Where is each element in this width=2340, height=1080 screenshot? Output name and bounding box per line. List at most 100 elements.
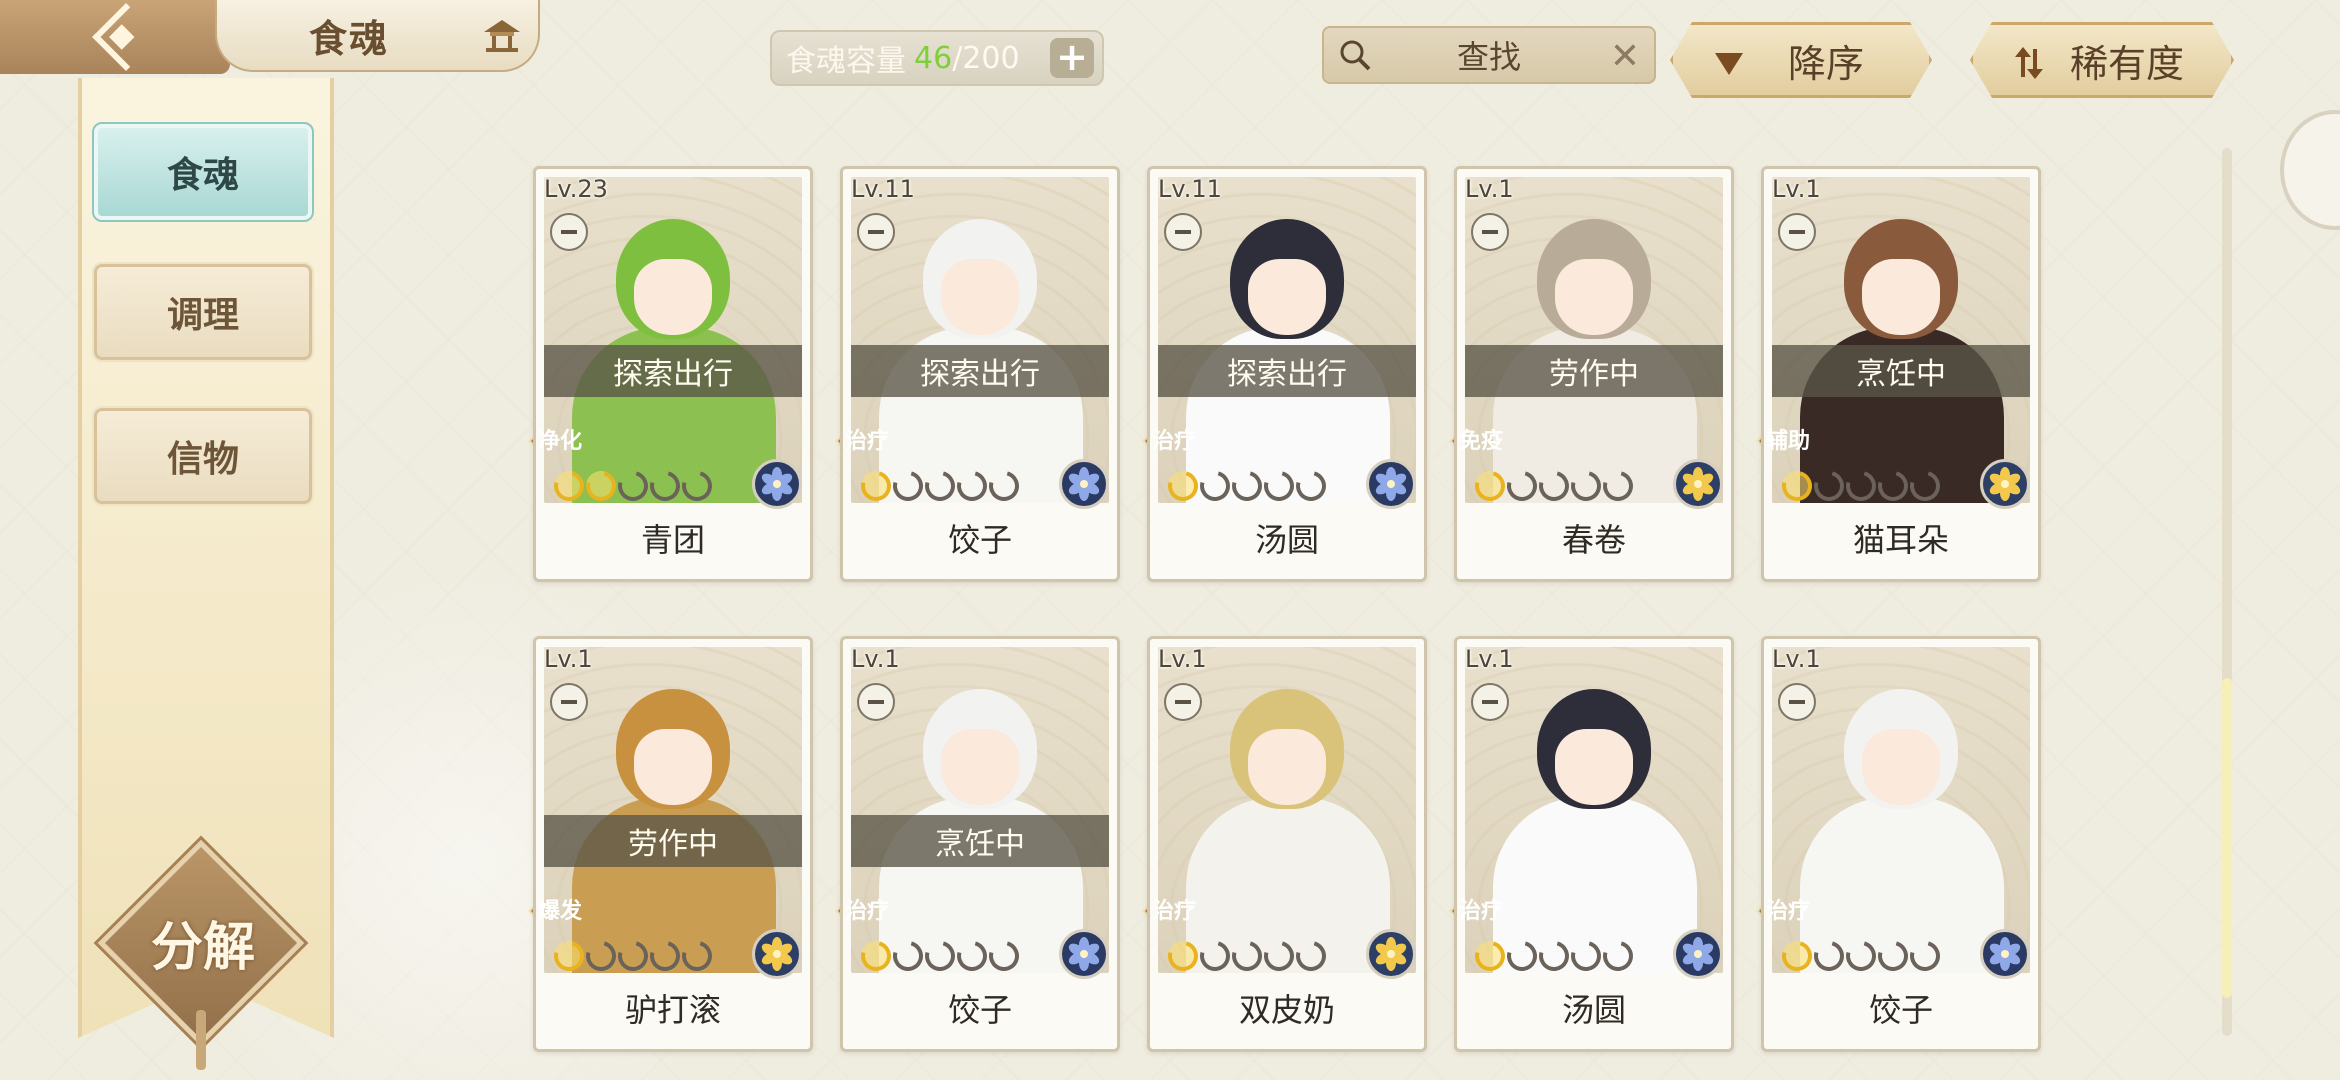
food-soul-card[interactable]: Lv.11 探索出行 治疗 汤圆 (1147, 166, 1427, 582)
character-name: 春卷 (1561, 521, 1626, 559)
sort-descending-button[interactable]: 降序 (1670, 22, 1932, 98)
lock-toggle-icon[interactable] (550, 213, 588, 251)
star-icon (951, 935, 993, 977)
capacity-current: 46 (914, 40, 953, 76)
scrollbar-thumb[interactable] (2222, 678, 2232, 998)
role-badge: 治疗 (837, 883, 897, 935)
scrollbar[interactable] (2222, 148, 2232, 1036)
food-soul-card[interactable]: Lv.1 烹饪中 辅助 猫耳朵 (1761, 166, 2041, 582)
sort-rarity-label: 稀有度 (2069, 41, 2184, 86)
star-icon (855, 935, 897, 977)
capacity-display: 食魂容量 46 /200 + (770, 30, 1104, 86)
character-face (1862, 729, 1940, 805)
character-name: 饺子 (947, 991, 1012, 1029)
food-soul-card[interactable]: Lv.1 劳作中 爆发 驴打滚 (533, 636, 813, 1052)
role-badge: 治疗 (1144, 413, 1204, 465)
gold-flower-icon (1366, 929, 1416, 979)
star-icon (1597, 935, 1639, 977)
role-badge: 辅助 (1758, 413, 1818, 465)
search-input[interactable]: 查找 ✕ (1322, 26, 1656, 84)
back-button[interactable] (0, 0, 230, 74)
star-icon (919, 935, 961, 977)
food-soul-card[interactable]: Lv.1 治疗 双皮奶 (1147, 636, 1427, 1052)
star-rating (1469, 465, 1639, 507)
star-icon (1840, 465, 1882, 507)
lock-toggle-icon[interactable] (1778, 683, 1816, 721)
capacity-max: /200 (952, 40, 1020, 76)
food-soul-card[interactable]: Lv.1 治疗 饺子 (1761, 636, 2041, 1052)
level-label: Lv.11 (1158, 175, 1222, 203)
side-avatar-button[interactable] (2280, 110, 2340, 230)
character-face (1248, 259, 1326, 335)
lock-toggle-icon[interactable] (857, 213, 895, 251)
role-label: 净化 (537, 429, 582, 454)
star-icon (1290, 935, 1332, 977)
star-icon (1226, 935, 1268, 977)
level-label: Lv.1 (1772, 175, 1821, 203)
title-plate: 食魂 (215, 0, 540, 72)
star-icon (1872, 465, 1914, 507)
role-badge: 爆发 (530, 883, 590, 935)
lock-toggle-icon[interactable] (1778, 213, 1816, 251)
star-rating (1162, 465, 1332, 507)
lock-toggle-icon[interactable] (857, 683, 895, 721)
status-banner: 探索出行 (851, 345, 1109, 397)
capacity-label: 食魂容量 (786, 44, 906, 79)
close-icon[interactable]: ✕ (1610, 36, 1640, 77)
food-soul-card[interactable]: Lv.1 烹饪中 治疗 饺子 (840, 636, 1120, 1052)
role-badge: 治疗 (1144, 883, 1204, 935)
star-rating (1469, 935, 1639, 977)
lock-toggle-icon[interactable] (550, 683, 588, 721)
food-soul-card[interactable]: Lv.11 探索出行 治疗 饺子 (840, 166, 1120, 582)
character-face (634, 259, 712, 335)
blue-flower-icon (1366, 459, 1416, 509)
character-name: 汤圆 (1561, 991, 1626, 1029)
star-icon (1501, 465, 1543, 507)
star-icon (983, 935, 1025, 977)
star-rating (1776, 465, 1946, 507)
tab-tokens[interactable]: 信物 (92, 406, 314, 506)
star-icon (548, 465, 590, 507)
level-label: Lv.1 (544, 645, 593, 673)
status-banner: 劳作中 (544, 815, 802, 867)
role-label: 治疗 (1151, 429, 1196, 454)
food-soul-card[interactable]: Lv.1 劳作中 免疫 春卷 (1454, 166, 1734, 582)
star-icon (951, 465, 993, 507)
star-rating (1162, 935, 1332, 977)
blue-flower-icon (1059, 929, 1109, 979)
role-badge: 免疫 (1451, 413, 1511, 465)
role-label: 治疗 (1151, 899, 1196, 924)
food-soul-card[interactable]: Lv.23 探索出行 净化 青团 (533, 166, 813, 582)
star-icon (676, 935, 718, 977)
tab-food-souls[interactable]: 食魂 (92, 122, 314, 222)
star-icon (1808, 935, 1850, 977)
star-icon (983, 465, 1025, 507)
blue-flower-icon (1980, 929, 2030, 979)
role-badge: 治疗 (1451, 883, 1511, 935)
character-face (634, 729, 712, 805)
page-title: 食魂 (309, 15, 390, 61)
lock-toggle-icon[interactable] (1164, 683, 1202, 721)
tab-conditioning[interactable]: 调理 (92, 262, 314, 362)
role-badge: 净化 (530, 413, 590, 465)
star-icon (1776, 935, 1818, 977)
sort-rarity-button[interactable]: 稀有度 (1970, 22, 2234, 98)
star-icon (644, 935, 686, 977)
food-soul-card[interactable]: Lv.1 治疗 汤圆 (1454, 636, 1734, 1052)
star-icon (919, 465, 961, 507)
lock-toggle-icon[interactable] (1471, 213, 1509, 251)
star-icon (548, 935, 590, 977)
star-icon (1469, 935, 1511, 977)
lock-toggle-icon[interactable] (1164, 213, 1202, 251)
role-label: 治疗 (844, 899, 889, 924)
decompose-label[interactable]: 分解 (108, 902, 298, 982)
search-placeholder: 查找 (1456, 38, 1521, 76)
star-icon (612, 935, 654, 977)
gold-flower-icon (752, 929, 802, 979)
star-icon (1533, 935, 1575, 977)
expand-capacity-button[interactable]: + (1050, 38, 1094, 78)
level-label: Lv.1 (1158, 645, 1207, 673)
star-icon (1565, 465, 1607, 507)
star-icon (1501, 935, 1543, 977)
lock-toggle-icon[interactable] (1471, 683, 1509, 721)
